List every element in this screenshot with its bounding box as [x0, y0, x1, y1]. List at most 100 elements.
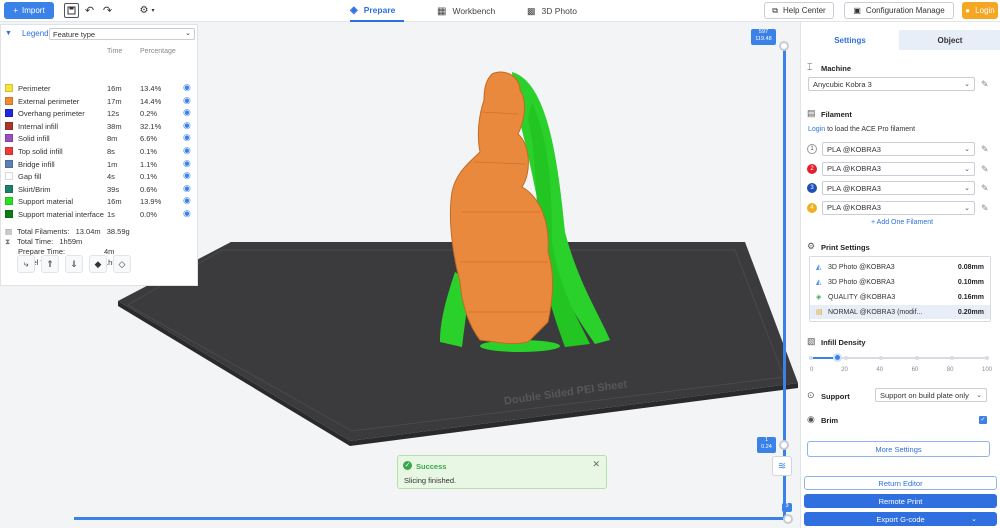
undo-icon[interactable]: ↶ [82, 3, 97, 18]
eye-icon[interactable]: ◉ [183, 195, 191, 206]
support-select[interactable]: Support on build plate only ⌄ [875, 388, 987, 402]
help-center-label: Help Center [783, 6, 826, 15]
print-setting-row[interactable]: ▤ NORMAL @KOBRA3 (modif... 0.20mm [810, 305, 990, 319]
deretraction-icon[interactable]: ⇓ [65, 255, 83, 273]
layer-top-handle[interactable] [779, 41, 789, 51]
move-slider-handle[interactable] [783, 514, 793, 524]
print-setting-row[interactable]: ◭ 3D Photo @KOBRA3 0.10mm [810, 275, 990, 289]
legend-item-percentage: 32.1% [140, 121, 162, 131]
edit-filament-icon[interactable]: ✎ [981, 203, 989, 214]
eye-icon[interactable]: ◉ [183, 132, 191, 143]
legend-swatch [5, 197, 13, 206]
print-setting-name: NORMAL @KOBRA3 (modif... [828, 308, 923, 316]
legend-item-time: 39s [107, 184, 120, 194]
redo-icon[interactable]: ↷ [100, 3, 115, 18]
infill-slider-handle[interactable] [833, 353, 843, 362]
legend-swatch [5, 184, 13, 193]
help-center-button[interactable]: ⧉ Help Center [764, 2, 834, 19]
configuration-manage-button[interactable]: ▣ Configuration Manage [844, 2, 954, 19]
filament-title: Filament [821, 110, 852, 119]
gear-dropdown-icon[interactable]: ⚙ ▾ [134, 3, 160, 18]
config-icon: ▣ [853, 6, 861, 15]
normal-profile-icon: ▤ [816, 309, 823, 316]
infill-tick [949, 356, 954, 360]
legend-item-time: 16m [107, 84, 122, 93]
remote-print-button[interactable]: Remote Print [804, 494, 997, 508]
retraction-icon[interactable]: ⇑ [41, 255, 59, 273]
top-layer-height: 119.48 [755, 36, 772, 42]
cube-outline-icon[interactable]: ◇ [113, 255, 131, 273]
filament-number-badge: 3 [807, 183, 817, 193]
total-time-label: Total Time: [17, 237, 54, 246]
chevron-down-icon[interactable]: ▼ [5, 30, 12, 37]
tab-workbench[interactable]: ▦ Workbench [437, 0, 507, 22]
tab-prepare[interactable]: ◈ Prepare [350, 0, 404, 22]
external-link-icon: ⧉ [772, 5, 779, 15]
move-slider-track[interactable] [74, 517, 784, 520]
eye-icon[interactable]: ◉ [183, 158, 191, 169]
filament-select[interactable]: PLA @KOBRA3 ⌄ [822, 142, 975, 156]
eye-icon[interactable]: ◉ [183, 82, 191, 93]
import-button[interactable]: + Import [4, 2, 54, 19]
legend-view-value: Feature type [53, 29, 96, 39]
legend-swatch [5, 147, 13, 155]
machine-title: Machine [821, 64, 852, 73]
legend-item-percentage: 13.9% [140, 197, 162, 207]
add-filament-button[interactable]: + Add One Filament [871, 219, 933, 226]
legend-item-name: Bridge infill [18, 159, 55, 169]
eye-icon[interactable]: ◉ [183, 107, 191, 118]
print-setting-row[interactable]: ◈ QUALITY @KOBRA3 0.16mm [810, 290, 990, 304]
export-gcode-button[interactable]: Export G-code ⌄ [804, 512, 997, 526]
tab-settings[interactable]: Settings [801, 30, 899, 50]
infill-tick-label: 20 [841, 367, 848, 373]
cube-solid-icon[interactable]: ◆ [89, 255, 107, 273]
chevron-down-icon[interactable]: ⌄ [971, 515, 977, 523]
eye-icon[interactable]: ◉ [183, 95, 191, 106]
eye-icon[interactable]: ◉ [183, 145, 191, 156]
legend-header[interactable]: ▼ Legend [5, 29, 49, 38]
settings-panel: Settings Object ⌶ Machine Anycubic Kobra… [800, 22, 1000, 528]
close-icon[interactable]: ✕ [592, 459, 600, 470]
save-icon[interactable] [64, 3, 79, 18]
import-label: Import [22, 6, 45, 15]
print-setting-row[interactable]: ◭ 3D Photo @KOBRA3 0.08mm [810, 260, 990, 274]
layer-bottom-handle[interactable] [779, 440, 789, 450]
travel-view-icon[interactable]: ⤷ [17, 255, 35, 273]
login-button[interactable]: ● Login [962, 2, 998, 19]
layers-toggle-button[interactable]: ≋ [772, 456, 792, 476]
legend-view-select[interactable]: Feature type ⌄ [49, 28, 195, 40]
filament-value: PLA @KOBRA3 [827, 144, 881, 154]
legend-item-time: 38m [107, 121, 122, 131]
filament-select[interactable]: PLA @KOBRA3 ⌄ [822, 200, 975, 215]
legend-item-percentage: 14.4% [140, 96, 162, 106]
stack-icon: ≋ [777, 460, 787, 472]
legend-item-percentage: 0.2% [140, 109, 158, 119]
col-percentage: Percentage [140, 48, 176, 55]
eye-icon[interactable]: ◉ [183, 183, 191, 194]
eye-icon[interactable]: ◉ [183, 208, 191, 219]
filament-select[interactable]: PLA @KOBRA3 ⌄ [822, 161, 975, 176]
col-time: Time [107, 48, 123, 55]
infill-tick-label: 40 [876, 367, 884, 373]
machine-select[interactable]: Anycubic Kobra 3 ⌄ [808, 77, 975, 91]
login-link[interactable]: Login [808, 126, 825, 133]
eye-icon[interactable]: ◉ [183, 120, 191, 131]
tab-object[interactable]: Object [899, 30, 1000, 50]
tab-3d-photo[interactable]: ▩ 3D Photo [527, 0, 583, 22]
eye-icon[interactable]: ◉ [183, 170, 191, 181]
tab-3d-photo-label: 3D Photo [541, 6, 577, 16]
edit-machine-icon[interactable]: ✎ [981, 79, 989, 90]
legend-row: Top solid infill 8s 0.1% ◉ [1, 145, 199, 157]
edit-filament-icon[interactable]: ✎ [981, 164, 989, 175]
return-editor-button[interactable]: Return Editor [804, 476, 997, 490]
edit-filament-icon[interactable]: ✎ [981, 183, 989, 194]
tab-prepare-label: Prepare [363, 5, 396, 15]
layers-icon: ◈ [350, 4, 358, 16]
filament-select[interactable]: PLA @KOBRA3 ⌄ [822, 181, 975, 195]
legend-item-name: External perimeter [18, 96, 80, 106]
legend-item-percentage: 13.4% [140, 84, 162, 93]
edit-filament-icon[interactable]: ✎ [981, 144, 989, 155]
more-settings-button[interactable]: More Settings [807, 441, 990, 457]
print-setting-value: 0.08mm [957, 263, 984, 271]
brim-checkbox[interactable]: ✓ [979, 416, 987, 424]
